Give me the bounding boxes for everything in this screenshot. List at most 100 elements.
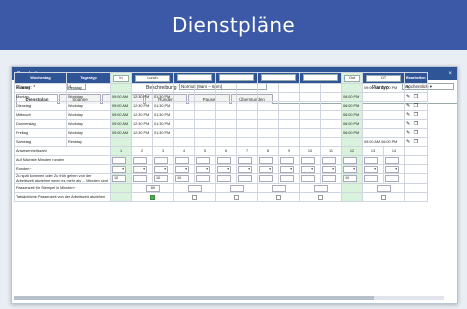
rounding-row: Runden~ ▾ ▾ ▾ ▾ ▾ ▾ ▾ ▾ ▾ ▾ ▾ ▾ ▾ ▾ <box>14 164 428 174</box>
cell-in <box>110 83 132 93</box>
early-late-input[interactable] <box>217 175 231 182</box>
edit-icon[interactable]: ✎ <box>404 83 428 93</box>
round-minutes-input[interactable] <box>217 156 231 164</box>
early-late-row: Zu spät kommen oder Zu früh gehen von de… <box>14 173 428 184</box>
early-late-input[interactable]: 10 <box>175 175 189 182</box>
rounding-select[interactable]: ▾ <box>133 165 147 173</box>
slot-a-header-select[interactable] <box>176 74 213 81</box>
cell-day: Dienstag <box>14 101 67 111</box>
round-minutes-input[interactable] <box>343 156 357 164</box>
rounding-select[interactable]: ▾ <box>280 165 294 173</box>
round-minutes-input[interactable] <box>322 156 336 164</box>
rounding-select[interactable]: ▾ <box>364 165 378 173</box>
rounding-select[interactable]: ▾ <box>112 165 126 173</box>
horizontal-scrollbar[interactable] <box>14 296 444 300</box>
cell-in: 09:00 AM <box>110 119 132 129</box>
rounding-select[interactable]: ▾ <box>217 165 231 173</box>
rounding-select[interactable]: ▾ <box>154 165 168 173</box>
early-late-input[interactable] <box>385 175 399 182</box>
cell-out: 06:00 PM <box>341 101 363 111</box>
tolerance-input[interactable] <box>229 184 244 192</box>
round-minutes-input[interactable] <box>154 156 168 164</box>
tolerance-input[interactable]: 60 <box>145 184 160 192</box>
actual-tolerance-label: Tatsächliche Passenzeit von der Arbeitsz… <box>14 192 111 202</box>
checkbox[interactable] <box>192 194 197 200</box>
in-header-select[interactable]: In <box>112 74 130 82</box>
round-minutes-row: Auf Nächste Minuten runden <box>14 155 428 165</box>
cell-out: 06:00 PM <box>341 110 363 120</box>
early-late-input[interactable] <box>280 175 294 182</box>
rounding-select[interactable]: ▾ <box>385 165 399 173</box>
early-late-input[interactable]: 10 <box>112 175 126 182</box>
cell-lunch-start: 12:30 PM <box>131 92 153 102</box>
col-number: 8 <box>257 146 279 156</box>
early-late-input[interactable] <box>196 175 210 182</box>
col-number: 5 <box>194 146 216 156</box>
close-icon[interactable]: × <box>448 71 452 77</box>
round-minutes-input[interactable] <box>280 156 294 164</box>
early-late-input[interactable] <box>364 175 378 182</box>
round-minutes-input[interactable] <box>364 156 378 164</box>
rounding-select[interactable]: ▾ <box>322 165 336 173</box>
rounding-select[interactable]: ▾ <box>301 165 315 173</box>
edit-copy-icons[interactable]: ✎ ❐ <box>404 128 428 138</box>
round-minutes-input[interactable] <box>238 156 252 164</box>
tolerance-input[interactable] <box>313 184 328 192</box>
tolerance-input[interactable] <box>271 184 286 192</box>
cell-day: Mittwoch <box>14 110 67 120</box>
cell-ot <box>362 110 405 120</box>
col-lunch: Lunch <box>131 72 174 84</box>
checkbox[interactable] <box>150 194 155 200</box>
lunch-header-select[interactable]: Lunch <box>134 74 171 82</box>
edit-copy-icons[interactable]: ✎ ❐ <box>404 101 428 111</box>
tolerance-input[interactable] <box>187 184 202 192</box>
col-number: 12 <box>341 146 363 156</box>
slot-b-header-select[interactable] <box>218 74 255 81</box>
early-late-input[interactable] <box>301 175 315 182</box>
rounding-select[interactable]: ▾ <box>343 165 357 173</box>
round-minutes-input[interactable] <box>133 156 147 164</box>
ot-header-select[interactable]: OT <box>365 74 402 82</box>
col-number: 10 <box>299 146 321 156</box>
tolerance-row: Passenzeit für Stempel in Minuten~ 60 <box>14 183 428 193</box>
cell-in: 09:00 AM <box>110 110 132 120</box>
early-late-input[interactable] <box>322 175 336 182</box>
rounding-select[interactable]: ▾ <box>259 165 273 173</box>
checkbox[interactable] <box>381 194 386 200</box>
round-minutes-input[interactable] <box>259 156 273 164</box>
cell-out <box>341 83 363 93</box>
tolerance-input[interactable] <box>376 184 391 192</box>
rounding-select[interactable]: ▾ <box>196 165 210 173</box>
round-minutes-input[interactable] <box>301 156 315 164</box>
edit-copy-icons[interactable]: ✎ ❐ <box>404 119 428 129</box>
round-minutes-input[interactable] <box>175 156 189 164</box>
cell-day: Sonntag <box>14 83 67 93</box>
cell-type: Workday <box>66 110 111 120</box>
round-minutes-input[interactable] <box>196 156 210 164</box>
col-slot-d <box>299 72 342 84</box>
col-number: 7 <box>236 146 258 156</box>
edit-copy-icons[interactable]: ✎ ❐ <box>404 110 428 120</box>
checkbox[interactable] <box>318 194 323 200</box>
round-minutes-input[interactable] <box>385 156 399 164</box>
checkbox[interactable] <box>276 194 281 200</box>
cell-lunch-start <box>131 137 153 147</box>
round-minutes-input[interactable] <box>112 156 126 164</box>
early-late-input[interactable] <box>259 175 273 182</box>
early-late-input[interactable] <box>238 175 252 182</box>
scrollbar-thumb[interactable] <box>14 296 374 300</box>
checkbox[interactable] <box>234 194 239 200</box>
out-header-select[interactable]: Out <box>343 74 361 82</box>
cell-out: 06:00 PM <box>341 119 363 129</box>
slot-c-header-select[interactable] <box>260 74 297 81</box>
rounding-select[interactable]: ▾ <box>175 165 189 173</box>
early-late-input[interactable]: 10 <box>154 175 168 182</box>
edit-copy-icons[interactable]: ✎ ❐ <box>404 137 428 147</box>
cell-in: 09:00 AM <box>110 101 132 111</box>
early-late-input[interactable] <box>133 175 147 182</box>
cell-in <box>110 137 132 147</box>
edit-copy-icons[interactable]: ✎ ❐ <box>404 92 428 102</box>
slot-d-header-select[interactable] <box>302 74 339 81</box>
rounding-select[interactable]: ▾ <box>238 165 252 173</box>
early-late-input[interactable]: 10 <box>343 175 357 182</box>
